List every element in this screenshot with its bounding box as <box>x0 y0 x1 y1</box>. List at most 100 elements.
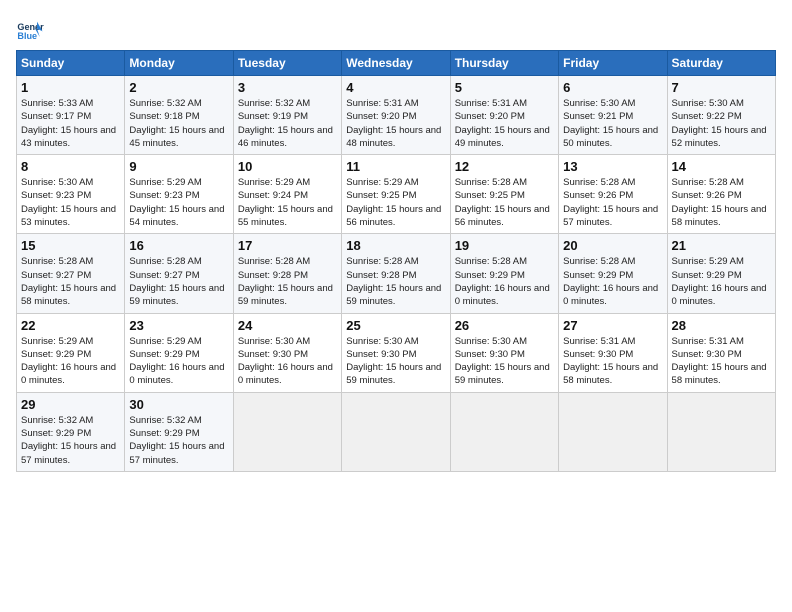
day-info: Sunrise: 5:30 AM Sunset: 9:21 PM Dayligh… <box>563 97 662 150</box>
logo: General Blue <box>16 16 44 44</box>
calendar-day-cell: 2 Sunrise: 5:32 AM Sunset: 9:18 PM Daylig… <box>125 76 233 155</box>
calendar-day-cell <box>450 392 558 471</box>
calendar-day-cell: 15 Sunrise: 5:28 AM Sunset: 9:27 PM Dayli… <box>17 234 125 313</box>
calendar-day-cell: 20 Sunrise: 5:28 AM Sunset: 9:29 PM Dayli… <box>559 234 667 313</box>
day-number: 30 <box>129 397 228 412</box>
calendar-week-row: 1Sunrise: 5:33 AM Sunset: 9:17 PM Daylig… <box>17 76 776 155</box>
day-info: Sunrise: 5:28 AM Sunset: 9:26 PM Dayligh… <box>563 176 662 229</box>
calendar-day-cell: 27 Sunrise: 5:31 AM Sunset: 9:30 PM Dayli… <box>559 313 667 392</box>
day-info: Sunrise: 5:28 AM Sunset: 9:25 PM Dayligh… <box>455 176 554 229</box>
day-info: Sunrise: 5:31 AM Sunset: 9:20 PM Dayligh… <box>455 97 554 150</box>
weekday-header-saturday: Saturday <box>667 51 775 76</box>
logo-icon: General Blue <box>16 16 44 44</box>
day-info: Sunrise: 5:28 AM Sunset: 9:29 PM Dayligh… <box>563 255 662 308</box>
day-number: 25 <box>346 318 445 333</box>
calendar-table: SundayMondayTuesdayWednesdayThursdayFrid… <box>16 50 776 472</box>
day-number: 23 <box>129 318 228 333</box>
day-number: 29 <box>21 397 120 412</box>
day-info: Sunrise: 5:30 AM Sunset: 9:23 PM Dayligh… <box>21 176 120 229</box>
day-number: 18 <box>346 238 445 253</box>
day-number: 17 <box>238 238 337 253</box>
calendar-day-cell: 23 Sunrise: 5:29 AM Sunset: 9:29 PM Dayli… <box>125 313 233 392</box>
day-info: Sunrise: 5:29 AM Sunset: 9:24 PM Dayligh… <box>238 176 337 229</box>
day-info: Sunrise: 5:30 AM Sunset: 9:30 PM Dayligh… <box>455 335 554 388</box>
day-number: 14 <box>672 159 771 174</box>
calendar-day-cell: 28 Sunrise: 5:31 AM Sunset: 9:30 PM Dayli… <box>667 313 775 392</box>
calendar-day-cell: 13 Sunrise: 5:28 AM Sunset: 9:26 PM Dayli… <box>559 155 667 234</box>
calendar-day-cell: 6Sunrise: 5:30 AM Sunset: 9:21 PM Daylig… <box>559 76 667 155</box>
calendar-day-cell: 4 Sunrise: 5:31 AM Sunset: 9:20 PM Daylig… <box>342 76 450 155</box>
day-info: Sunrise: 5:28 AM Sunset: 9:27 PM Dayligh… <box>129 255 228 308</box>
weekday-header-sunday: Sunday <box>17 51 125 76</box>
calendar-day-cell: 22Sunrise: 5:29 AM Sunset: 9:29 PM Dayli… <box>17 313 125 392</box>
day-number: 13 <box>563 159 662 174</box>
calendar-day-cell: 26 Sunrise: 5:30 AM Sunset: 9:30 PM Dayli… <box>450 313 558 392</box>
day-number: 27 <box>563 318 662 333</box>
day-info: Sunrise: 5:30 AM Sunset: 9:22 PM Dayligh… <box>672 97 771 150</box>
calendar-day-cell: 18Sunrise: 5:28 AM Sunset: 9:28 PM Dayli… <box>342 234 450 313</box>
day-number: 21 <box>672 238 771 253</box>
calendar-week-row: 22Sunrise: 5:29 AM Sunset: 9:29 PM Dayli… <box>17 313 776 392</box>
day-info: Sunrise: 5:29 AM Sunset: 9:29 PM Dayligh… <box>129 335 228 388</box>
calendar-day-cell: 30 Sunrise: 5:32 AM Sunset: 9:29 PM Dayli… <box>125 392 233 471</box>
day-info: Sunrise: 5:28 AM Sunset: 9:27 PM Dayligh… <box>21 255 120 308</box>
weekday-header-row: SundayMondayTuesdayWednesdayThursdayFrid… <box>17 51 776 76</box>
calendar-day-cell: 8 Sunrise: 5:30 AM Sunset: 9:23 PM Daylig… <box>17 155 125 234</box>
day-info: Sunrise: 5:32 AM Sunset: 9:29 PM Dayligh… <box>129 414 228 467</box>
day-number: 11 <box>346 159 445 174</box>
day-info: Sunrise: 5:28 AM Sunset: 9:29 PM Dayligh… <box>455 255 554 308</box>
calendar-day-cell: 21 Sunrise: 5:29 AM Sunset: 9:29 PM Dayli… <box>667 234 775 313</box>
calendar-day-cell: 29 Sunrise: 5:32 AM Sunset: 9:29 PM Dayli… <box>17 392 125 471</box>
calendar-day-cell <box>667 392 775 471</box>
svg-text:Blue: Blue <box>17 31 37 41</box>
day-number: 7 <box>672 80 771 95</box>
calendar-day-cell: 16Sunrise: 5:28 AM Sunset: 9:27 PM Dayli… <box>125 234 233 313</box>
day-number: 20 <box>563 238 662 253</box>
day-number: 28 <box>672 318 771 333</box>
calendar-day-cell <box>342 392 450 471</box>
day-info: Sunrise: 5:31 AM Sunset: 9:30 PM Dayligh… <box>563 335 662 388</box>
weekday-header-thursday: Thursday <box>450 51 558 76</box>
day-number: 5 <box>455 80 554 95</box>
day-number: 15 <box>21 238 120 253</box>
day-info: Sunrise: 5:30 AM Sunset: 9:30 PM Dayligh… <box>238 335 337 388</box>
day-info: Sunrise: 5:31 AM Sunset: 9:20 PM Dayligh… <box>346 97 445 150</box>
calendar-day-cell: 12Sunrise: 5:28 AM Sunset: 9:25 PM Dayli… <box>450 155 558 234</box>
weekday-header-monday: Monday <box>125 51 233 76</box>
day-number: 2 <box>129 80 228 95</box>
weekday-header-wednesday: Wednesday <box>342 51 450 76</box>
day-info: Sunrise: 5:32 AM Sunset: 9:29 PM Dayligh… <box>21 414 120 467</box>
day-number: 10 <box>238 159 337 174</box>
weekday-header-tuesday: Tuesday <box>233 51 341 76</box>
calendar-day-cell: 9 Sunrise: 5:29 AM Sunset: 9:23 PM Daylig… <box>125 155 233 234</box>
calendar-week-row: 15 Sunrise: 5:28 AM Sunset: 9:27 PM Dayli… <box>17 234 776 313</box>
day-number: 9 <box>129 159 228 174</box>
day-number: 24 <box>238 318 337 333</box>
calendar-week-row: 8 Sunrise: 5:30 AM Sunset: 9:23 PM Daylig… <box>17 155 776 234</box>
day-info: Sunrise: 5:32 AM Sunset: 9:19 PM Dayligh… <box>238 97 337 150</box>
calendar-day-cell: 17 Sunrise: 5:28 AM Sunset: 9:28 PM Dayli… <box>233 234 341 313</box>
weekday-header-friday: Friday <box>559 51 667 76</box>
calendar-day-cell: 5 Sunrise: 5:31 AM Sunset: 9:20 PM Daylig… <box>450 76 558 155</box>
day-number: 3 <box>238 80 337 95</box>
calendar-day-cell: 25 Sunrise: 5:30 AM Sunset: 9:30 PM Dayli… <box>342 313 450 392</box>
calendar-day-cell: 24 Sunrise: 5:30 AM Sunset: 9:30 PM Dayli… <box>233 313 341 392</box>
day-info: Sunrise: 5:29 AM Sunset: 9:23 PM Dayligh… <box>129 176 228 229</box>
calendar-day-cell: 10 Sunrise: 5:29 AM Sunset: 9:24 PM Dayli… <box>233 155 341 234</box>
header: General Blue <box>16 16 776 44</box>
day-number: 19 <box>455 238 554 253</box>
day-info: Sunrise: 5:28 AM Sunset: 9:28 PM Dayligh… <box>238 255 337 308</box>
calendar-day-cell: 7 Sunrise: 5:30 AM Sunset: 9:22 PM Daylig… <box>667 76 775 155</box>
day-number: 1 <box>21 80 120 95</box>
day-number: 4 <box>346 80 445 95</box>
day-info: Sunrise: 5:29 AM Sunset: 9:29 PM Dayligh… <box>672 255 771 308</box>
day-number: 8 <box>21 159 120 174</box>
calendar-week-row: 29 Sunrise: 5:32 AM Sunset: 9:29 PM Dayli… <box>17 392 776 471</box>
day-info: Sunrise: 5:30 AM Sunset: 9:30 PM Dayligh… <box>346 335 445 388</box>
calendar-day-cell <box>559 392 667 471</box>
day-number: 26 <box>455 318 554 333</box>
day-info: Sunrise: 5:32 AM Sunset: 9:18 PM Dayligh… <box>129 97 228 150</box>
calendar-day-cell <box>233 392 341 471</box>
day-info: Sunrise: 5:29 AM Sunset: 9:29 PM Dayligh… <box>21 335 120 388</box>
day-info: Sunrise: 5:31 AM Sunset: 9:30 PM Dayligh… <box>672 335 771 388</box>
